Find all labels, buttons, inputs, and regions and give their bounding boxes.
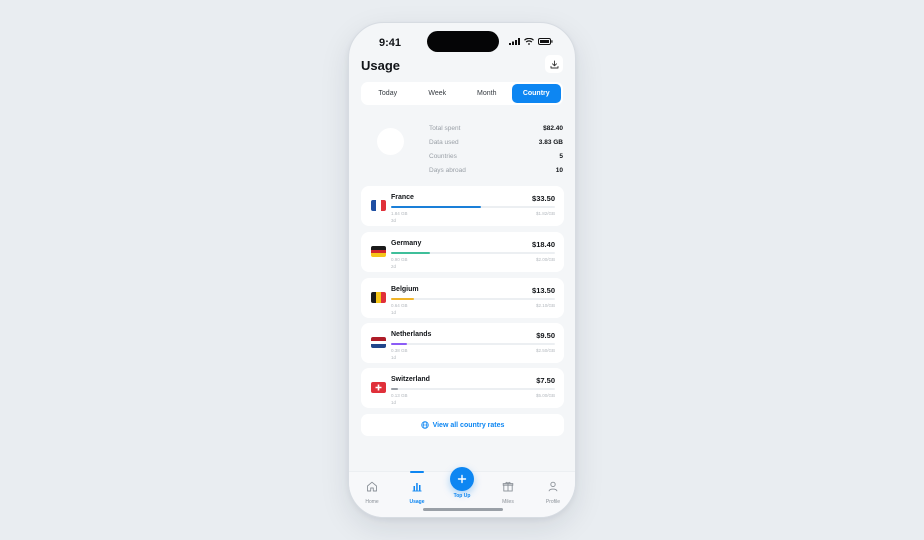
stat-value: 5	[559, 152, 563, 160]
period-tabs: Today Week Month Country	[361, 82, 563, 105]
tab-country[interactable]: Country	[511, 84, 561, 103]
country-data: 0.38 GB	[391, 348, 408, 353]
country-name: Germany	[391, 240, 422, 247]
country-card-belgium[interactable]: Belgium $13.50 0.64 GB $2.10/GB 1d	[361, 278, 564, 318]
nav-home[interactable]: Home	[355, 479, 389, 505]
nav-profile[interactable]: Profile	[536, 479, 570, 505]
stat-label: Countries	[429, 152, 457, 160]
phone-frame: 9:41 Usage Today Week Month Country Tota…	[348, 22, 576, 518]
stat-value: $82.40	[543, 124, 563, 132]
country-card-germany[interactable]: Germany $18.40 0.90 GB $2.00/GB 2d	[361, 232, 564, 272]
signal-icon	[509, 38, 520, 45]
usage-bar-fill	[391, 206, 482, 208]
flag-icon	[371, 292, 386, 303]
country-name: Switzerland	[391, 376, 430, 383]
usage-bar-fill	[391, 388, 398, 390]
bar-chart-icon	[412, 483, 422, 492]
gift-icon	[502, 481, 514, 492]
dynamic-island	[427, 31, 499, 52]
country-days: 1d	[391, 310, 397, 315]
country-days: 1d	[391, 355, 397, 360]
country-rate: $1.82/GB	[535, 211, 555, 216]
stat-value: 10	[555, 166, 563, 174]
flag-icon	[371, 382, 386, 393]
page-title: Usage	[361, 58, 401, 73]
nav-label: Profile	[545, 499, 561, 505]
country-rate: $2.50/GB	[535, 348, 555, 353]
usage-bar	[391, 343, 555, 345]
usage-donut	[377, 128, 404, 155]
stat-total-spent: Total spent $82.40	[429, 121, 563, 135]
nav-label: Usage	[409, 499, 425, 505]
tab-month[interactable]: Month	[462, 84, 512, 103]
stat-data-used: Data used 3.83 GB	[429, 135, 563, 149]
top-up-button[interactable]	[450, 467, 474, 491]
country-card-netherlands[interactable]: Netherlands $9.50 0.38 GB $2.50/GB 1d	[361, 323, 564, 363]
country-price: $13.50	[532, 286, 555, 295]
country-price: $33.50	[532, 194, 555, 203]
status-time: 9:41	[379, 37, 402, 49]
country-card-france[interactable]: France $33.50 1.84 GB $1.82/GB 3d	[361, 186, 564, 226]
download-button[interactable]	[545, 55, 563, 73]
bottom-tab-bar: Home Usage Top Up Miles Profile	[349, 467, 575, 517]
wifi-icon	[524, 38, 534, 45]
home-indicator	[423, 508, 503, 511]
country-days: 3d	[391, 218, 397, 223]
country-data: 1.84 GB	[391, 211, 408, 216]
nav-label: Home	[365, 499, 379, 505]
flag-icon	[371, 246, 386, 257]
stat-label: Days abroad	[429, 166, 466, 174]
country-rate: $2.00/GB	[535, 257, 555, 262]
usage-bar	[391, 388, 555, 390]
country-days: 2d	[391, 264, 397, 269]
summary-stats: Total spent $82.40 Data used 3.83 GB Count…	[429, 121, 563, 177]
country-name: France	[391, 194, 414, 201]
status-icons	[509, 38, 553, 45]
tab-today[interactable]: Today	[363, 84, 413, 103]
top-up-label: Top Up	[453, 493, 471, 499]
tab-week[interactable]: Week	[413, 84, 463, 103]
country-price: $7.50	[536, 376, 555, 385]
globe-icon	[420, 421, 429, 429]
stat-days-abroad: Days abroad 10	[429, 163, 563, 177]
country-card-switzerland[interactable]: Switzerland $7.50 0.13 GB $5.00/GB 1d	[361, 368, 564, 408]
country-days: 1d	[391, 400, 397, 405]
country-data: 0.13 GB	[391, 393, 408, 398]
country-data: 0.64 GB	[391, 303, 408, 308]
home-icon	[367, 481, 377, 492]
view-all-rates-button[interactable]: View all country rates	[361, 414, 564, 436]
page-header: Usage	[361, 55, 563, 77]
usage-bar	[391, 252, 555, 254]
person-icon	[548, 481, 558, 492]
stat-label: Total spent	[429, 124, 461, 132]
country-name: Belgium	[391, 286, 419, 293]
stat-countries: Countries 5	[429, 149, 563, 163]
country-name: Netherlands	[391, 331, 432, 338]
usage-bar	[391, 206, 555, 208]
country-price: $9.50	[536, 331, 555, 340]
download-icon	[550, 60, 558, 68]
nav-label: Miles	[502, 499, 514, 505]
usage-bar	[391, 298, 555, 300]
usage-bar-fill	[391, 343, 408, 345]
stat-label: Data used	[429, 138, 459, 146]
usage-bar-fill	[391, 298, 414, 300]
country-rate: $2.10/GB	[535, 303, 555, 308]
country-rate: $5.00/GB	[535, 393, 555, 398]
stat-value: 3.83 GB	[538, 138, 563, 146]
flag-icon	[371, 337, 386, 348]
plus-icon	[457, 474, 467, 484]
country-data: 0.90 GB	[391, 257, 408, 262]
nav-miles[interactable]: Miles	[491, 479, 525, 505]
flag-icon	[371, 200, 386, 211]
view-all-label: View all country rates	[432, 421, 505, 429]
battery-icon	[538, 38, 553, 45]
usage-bar-fill	[391, 252, 431, 254]
nav-usage[interactable]: Usage	[400, 471, 434, 505]
country-price: $18.40	[532, 240, 555, 249]
